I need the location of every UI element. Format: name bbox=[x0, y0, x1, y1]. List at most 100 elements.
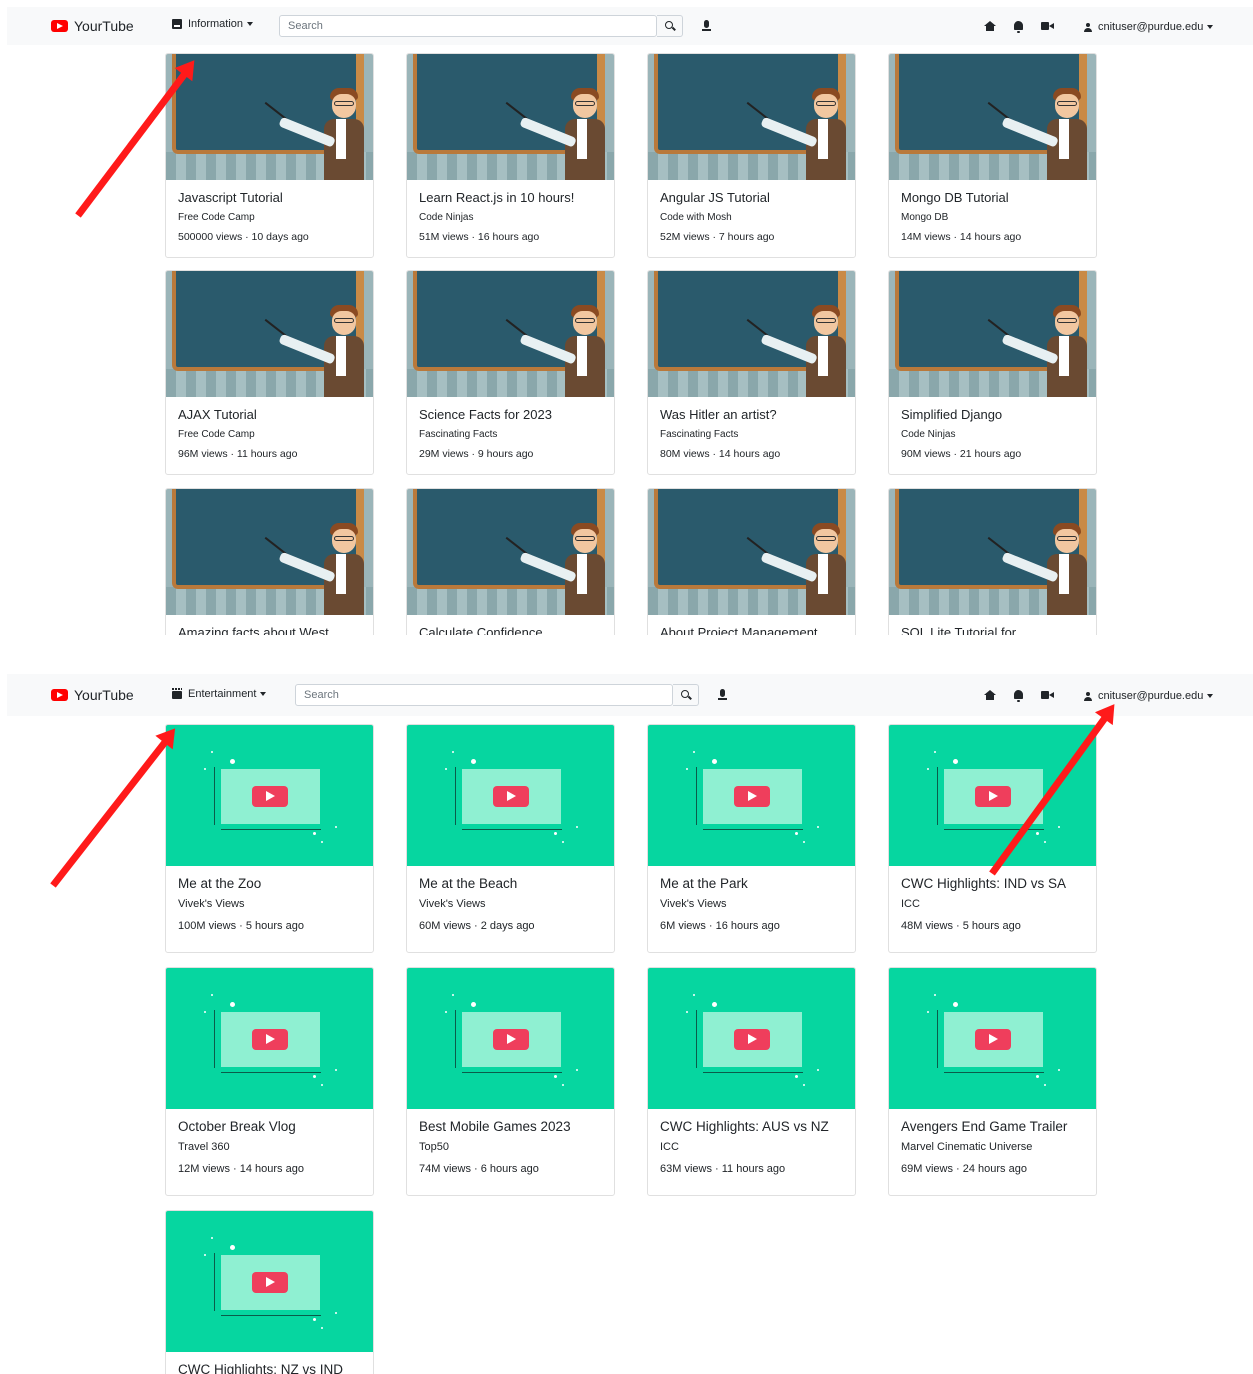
video-card[interactable]: Me at the Beach Vivek's Views 60M views · … bbox=[406, 724, 615, 953]
brand-link[interactable]: YourTube bbox=[51, 18, 134, 34]
video-card[interactable]: Me at the Zoo Vivek's Views 100M views · 5… bbox=[165, 724, 374, 953]
video-card[interactable]: Simplified Django Code Ninjas 90M views · … bbox=[888, 270, 1097, 475]
video-card[interactable]: Science Facts for 2023 Fascinating Facts 2… bbox=[406, 270, 615, 475]
video-title[interactable]: Science Facts for 2023 bbox=[419, 407, 602, 423]
video-thumbnail[interactable] bbox=[166, 725, 373, 866]
channel-name[interactable]: Code Ninjas bbox=[419, 211, 602, 224]
channel-name[interactable]: Code Ninjas bbox=[901, 428, 1084, 441]
video-thumbnail[interactable] bbox=[648, 54, 855, 180]
channel-name[interactable]: Fascinating Facts bbox=[660, 428, 843, 441]
video-title[interactable]: Simplified Django bbox=[901, 407, 1084, 423]
video-card[interactable]: Best Mobile Games 2023 Top50 74M views · 6… bbox=[406, 967, 615, 1196]
video-thumbnail[interactable] bbox=[166, 968, 373, 1109]
video-title[interactable]: SQL Lite Tutorial for bbox=[901, 625, 1084, 635]
video-card[interactable]: Learn React.js in 10 hours! Code Ninjas 51… bbox=[406, 53, 615, 258]
video-card[interactable]: Mongo DB Tutorial Mongo DB 14M views · 14 … bbox=[888, 53, 1097, 258]
search-button[interactable] bbox=[673, 684, 699, 706]
video-card[interactable]: CWC Highlights: AUS vs NZ ICC 63M views · … bbox=[647, 967, 856, 1196]
video-title[interactable]: CWC Highlights: IND vs SA bbox=[901, 876, 1084, 892]
video-title[interactable]: CWC Highlights: AUS vs NZ bbox=[660, 1119, 843, 1135]
video-thumbnail[interactable] bbox=[648, 489, 855, 615]
play-icon bbox=[252, 1029, 288, 1050]
channel-name[interactable]: Free Code Camp bbox=[178, 211, 361, 224]
video-card[interactable]: October Break Vlog Travel 360 12M views · … bbox=[165, 967, 374, 1196]
video-card[interactable]: Was Hitler an artist? Fascinating Facts 80… bbox=[647, 270, 856, 475]
video-title[interactable]: Learn React.js in 10 hours! bbox=[419, 190, 602, 206]
video-title[interactable]: Calculate Confidence bbox=[419, 625, 602, 635]
channel-name[interactable]: Vivek's Views bbox=[178, 898, 361, 911]
video-thumbnail[interactable] bbox=[889, 489, 1096, 615]
microphone-icon[interactable] bbox=[718, 689, 727, 700]
video-title[interactable]: About Project Management bbox=[660, 625, 843, 635]
video-thumbnail[interactable] bbox=[889, 54, 1096, 180]
video-camera-icon[interactable] bbox=[1041, 691, 1054, 699]
category-dropdown[interactable]: Entertainment bbox=[172, 688, 267, 700]
search-input[interactable] bbox=[295, 684, 673, 706]
video-thumbnail[interactable] bbox=[407, 271, 614, 397]
video-thumbnail[interactable] bbox=[166, 271, 373, 397]
video-card[interactable]: AJAX Tutorial Free Code Camp 96M views · 1… bbox=[165, 270, 374, 475]
video-title[interactable]: Me at the Zoo bbox=[178, 876, 361, 892]
video-camera-icon[interactable] bbox=[1041, 22, 1054, 30]
caret-down-icon bbox=[260, 692, 267, 696]
channel-name[interactable]: Fascinating Facts bbox=[419, 428, 602, 441]
bell-icon[interactable] bbox=[1014, 21, 1023, 33]
video-card[interactable]: Amazing facts about West bbox=[165, 488, 374, 635]
video-card[interactable]: Avengers End Game Trailer Marvel Cinemati… bbox=[888, 967, 1097, 1196]
search-button[interactable] bbox=[657, 15, 683, 37]
video-title[interactable]: Avengers End Game Trailer bbox=[901, 1119, 1084, 1135]
channel-name[interactable]: Marvel Cinematic Universe bbox=[901, 1141, 1084, 1154]
video-title[interactable]: Me at the Park bbox=[660, 876, 843, 892]
video-card[interactable]: Angular JS Tutorial Code with Mosh 52M vie… bbox=[647, 53, 856, 258]
video-thumbnail[interactable] bbox=[407, 54, 614, 180]
video-title[interactable]: Me at the Beach bbox=[419, 876, 602, 892]
video-card[interactable]: Calculate Confidence bbox=[406, 488, 615, 635]
channel-name[interactable]: Travel 360 bbox=[178, 1141, 361, 1154]
channel-name[interactable]: Mongo DB bbox=[901, 211, 1084, 224]
video-thumbnail[interactable] bbox=[889, 968, 1096, 1109]
home-icon[interactable] bbox=[984, 690, 996, 700]
search-input[interactable] bbox=[279, 15, 657, 37]
video-thumbnail[interactable] bbox=[648, 725, 855, 866]
channel-name[interactable]: Code with Mosh bbox=[660, 211, 843, 224]
video-title[interactable]: CWC Highlights: NZ vs IND bbox=[178, 1362, 361, 1374]
video-thumbnail[interactable] bbox=[648, 271, 855, 397]
channel-name[interactable]: ICC bbox=[660, 1141, 843, 1154]
video-card[interactable]: About Project Management bbox=[647, 488, 856, 635]
video-thumbnail[interactable] bbox=[889, 725, 1096, 866]
video-thumbnail[interactable] bbox=[407, 968, 614, 1109]
user-email: cnituser@purdue.edu bbox=[1098, 21, 1204, 33]
video-card[interactable]: CWC Highlights: NZ vs IND bbox=[165, 1210, 374, 1374]
video-title[interactable]: October Break Vlog bbox=[178, 1119, 361, 1135]
video-thumbnail[interactable] bbox=[889, 271, 1096, 397]
channel-name[interactable]: ICC bbox=[901, 898, 1084, 911]
video-thumbnail[interactable] bbox=[166, 1211, 373, 1352]
microphone-icon[interactable] bbox=[702, 20, 711, 31]
bell-icon[interactable] bbox=[1014, 690, 1023, 702]
video-thumbnail[interactable] bbox=[407, 725, 614, 866]
video-title[interactable]: Javascript Tutorial bbox=[178, 190, 361, 206]
video-title[interactable]: Angular JS Tutorial bbox=[660, 190, 843, 206]
video-title[interactable]: Amazing facts about West bbox=[178, 625, 361, 635]
video-stats: 96M views · 11 hours ago bbox=[178, 448, 298, 460]
channel-name[interactable]: Free Code Camp bbox=[178, 428, 361, 441]
video-title[interactable]: Mongo DB Tutorial bbox=[901, 190, 1084, 206]
video-title[interactable]: Best Mobile Games 2023 bbox=[419, 1119, 602, 1135]
video-thumbnail[interactable] bbox=[407, 489, 614, 615]
video-card[interactable]: SQL Lite Tutorial for bbox=[888, 488, 1097, 635]
user-menu[interactable]: cnituser@purdue.edu bbox=[1084, 21, 1214, 33]
video-card[interactable]: Javascript Tutorial Free Code Camp 500000 … bbox=[165, 53, 374, 258]
play-icon bbox=[252, 1272, 288, 1293]
home-icon[interactable] bbox=[984, 21, 996, 31]
channel-name[interactable]: Top50 bbox=[419, 1141, 602, 1154]
video-thumbnail[interactable] bbox=[166, 489, 373, 615]
video-card[interactable]: Me at the Park Vivek's Views 6M views · 16… bbox=[647, 724, 856, 953]
video-title[interactable]: AJAX Tutorial bbox=[178, 407, 361, 423]
brand-link[interactable]: YourTube bbox=[51, 687, 134, 703]
channel-name[interactable]: Vivek's Views bbox=[660, 898, 843, 911]
video-title[interactable]: Was Hitler an artist? bbox=[660, 407, 843, 423]
channel-name[interactable]: Vivek's Views bbox=[419, 898, 602, 911]
category-dropdown[interactable]: Information bbox=[172, 18, 254, 30]
video-thumbnail[interactable] bbox=[648, 968, 855, 1109]
video-card[interactable]: CWC Highlights: IND vs SA ICC 48M views · … bbox=[888, 724, 1097, 953]
